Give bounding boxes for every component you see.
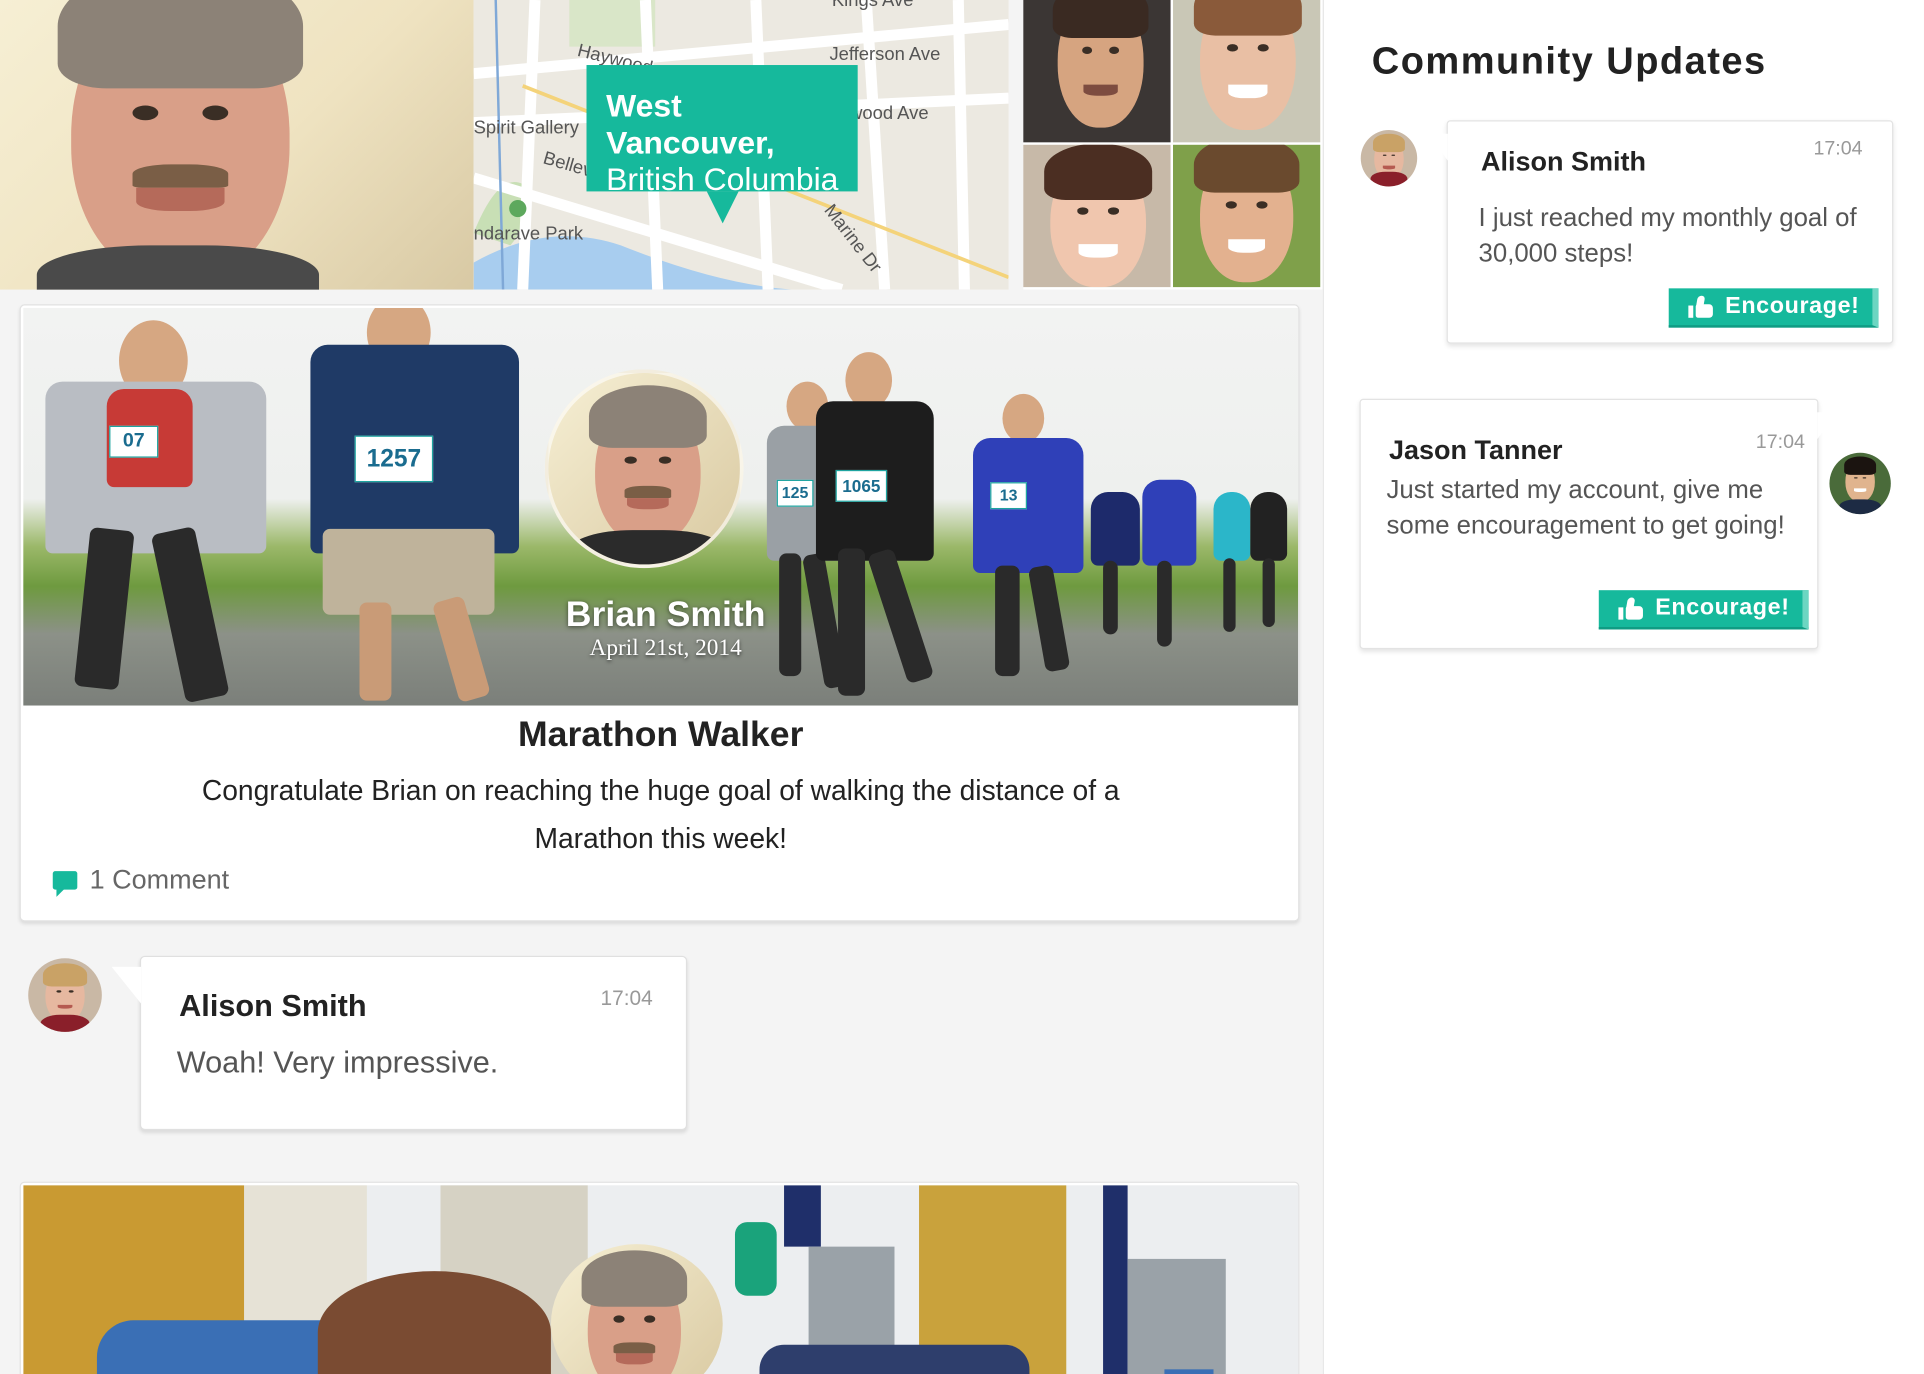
- street-label: Spirit Gallery: [473, 117, 579, 139]
- activity-feed: Kings Ave Jefferson Ave Haywood Spirit G…: [0, 0, 1323, 1374]
- friend-avatar[interactable]: [1173, 144, 1321, 288]
- thumbs-up-icon: [1688, 295, 1713, 318]
- location-region: British Columbia: [606, 160, 839, 198]
- location-marker[interactable]: West Vancouver, British Columbia: [586, 65, 858, 224]
- street-label: ndarave Park: [473, 223, 584, 245]
- comments-count: 1 Comment: [89, 863, 230, 895]
- comment-time: 17:04: [600, 986, 653, 1010]
- profile-header-strip: Kings Ave Jefferson Ave Haywood Spirit G…: [0, 0, 1323, 290]
- community-sidebar: Community Updates Alison Smith 17:04 I j…: [1322, 0, 1924, 1374]
- update-author[interactable]: Alison Smith: [1481, 146, 1646, 178]
- race-bib: 1257: [354, 435, 434, 483]
- comment-card: Alison Smith 17:04 Woah! Very impressive…: [111, 955, 688, 1131]
- runner-group: [1079, 455, 1299, 700]
- achievement-banner: 07 1257 125 1065 13 Brian Smith April 21…: [23, 307, 1299, 706]
- friend-avatar[interactable]: [1023, 144, 1171, 288]
- comments-link[interactable]: 1 Comment: [52, 863, 230, 897]
- race-bib: 13: [990, 482, 1027, 510]
- friends-grid: [1023, 0, 1323, 290]
- user-name[interactable]: Brian Smith: [33, 595, 1298, 635]
- achievement-title: Marathon Walker: [518, 715, 804, 755]
- race-bib: 1065: [835, 469, 888, 502]
- user-avatar[interactable]: [544, 369, 744, 569]
- update-time: 17:04: [1813, 138, 1863, 160]
- update-card: Jason Tanner 17:04 Just started my accou…: [1359, 398, 1837, 650]
- race-bib: 07: [109, 425, 159, 458]
- update-author[interactable]: Jason Tanner: [1389, 434, 1563, 466]
- thumbs-up-icon: [1618, 597, 1643, 620]
- street-label: Jefferson Ave: [829, 44, 941, 66]
- friend-avatar[interactable]: [1173, 0, 1321, 143]
- update-card: Alison Smith 17:04 I just reached my mon…: [1428, 120, 1894, 344]
- update-text: I just reached my monthly goal of 30,000…: [1478, 203, 1857, 268]
- achievement-card[interactable]: 07 1257 125 1065 13 Brian Smith April 21…: [19, 304, 1300, 922]
- encourage-button[interactable]: Encourage!: [1668, 288, 1878, 328]
- commenter-avatar[interactable]: [28, 958, 102, 1032]
- comment-author[interactable]: Alison Smith: [179, 989, 366, 1025]
- location-city: West Vancouver,: [606, 87, 775, 161]
- profile-photo[interactable]: [0, 0, 474, 290]
- encourage-label: Encourage!: [1655, 595, 1790, 621]
- achievement-description: Congratulate Brian on reaching the huge …: [201, 774, 1120, 854]
- update-pointer: [1428, 133, 1448, 161]
- comment-pointer: [111, 966, 142, 1004]
- achievement-user: Brian Smith April 21st, 2014: [23, 595, 1298, 662]
- profile-shirt: [36, 245, 320, 290]
- achievement-card[interactable]: [19, 1181, 1300, 1374]
- update-pointer: [1817, 412, 1837, 440]
- street-label: Kings Ave: [831, 0, 914, 12]
- comment-text: Woah! Very impressive.: [176, 1045, 499, 1080]
- update-avatar[interactable]: [1829, 452, 1891, 515]
- update-text: Just started my account, give me some en…: [1386, 476, 1785, 540]
- sidebar-title: Community Updates: [1371, 39, 1767, 83]
- update-avatar[interactable]: [1360, 130, 1418, 187]
- encourage-button[interactable]: Encourage!: [1598, 590, 1809, 630]
- street-label: wood Ave: [849, 103, 929, 124]
- comment-icon: [52, 870, 78, 897]
- profile-face: [58, 0, 303, 283]
- location-map[interactable]: Kings Ave Jefferson Ave Haywood Spirit G…: [473, 0, 1009, 290]
- update-time: 17:04: [1755, 431, 1805, 453]
- achievement-date: April 21st, 2014: [589, 635, 742, 662]
- friend-avatar[interactable]: [1023, 0, 1171, 143]
- encourage-label: Encourage!: [1725, 293, 1860, 320]
- achievement-banner: [23, 1185, 1299, 1374]
